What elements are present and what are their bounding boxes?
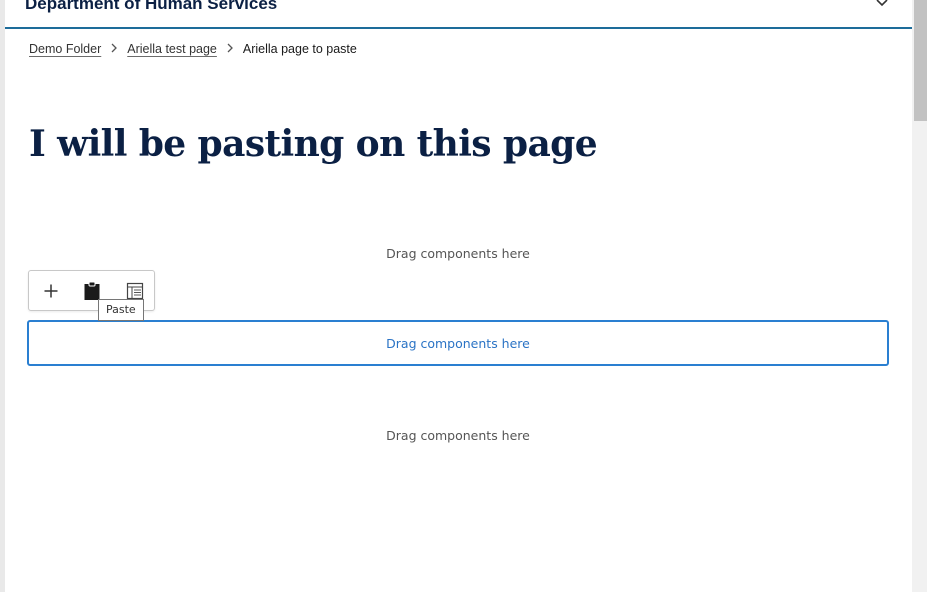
chevron-right-icon bbox=[109, 42, 119, 56]
breadcrumb-link-ariella-test-page[interactable]: Ariella test page bbox=[127, 42, 217, 56]
breadcrumb-link-demo-folder[interactable]: Demo Folder bbox=[29, 42, 101, 56]
dropzone-label: Drag components here bbox=[386, 427, 530, 443]
dropzone-2-selected[interactable]: Drag components here bbox=[27, 320, 889, 366]
breadcrumb-current: Ariella page to paste bbox=[242, 42, 357, 56]
chevron-down-icon[interactable] bbox=[873, 0, 891, 12]
page-title: I will be pasting on this page bbox=[29, 123, 598, 165]
vertical-scrollbar[interactable] bbox=[912, 0, 927, 592]
scrollbar-thumb[interactable] bbox=[914, 0, 927, 121]
paste-tooltip: Paste bbox=[98, 299, 144, 321]
breadcrumb: Demo Folder Ariella test page Ariella pa… bbox=[29, 40, 357, 58]
site-header: Department of Human Services bbox=[5, 0, 912, 29]
dropzone-label: Drag components here bbox=[386, 335, 530, 351]
site-title: Department of Human Services bbox=[25, 0, 278, 13]
chevron-right-icon bbox=[225, 42, 235, 56]
dropzone-label: Drag components here bbox=[386, 245, 530, 261]
plus-icon[interactable] bbox=[39, 279, 63, 303]
dropzone-3[interactable]: Drag components here bbox=[27, 412, 889, 458]
page-canvas: Department of Human Services Demo Folder… bbox=[5, 0, 912, 592]
dropzone-1[interactable]: Drag components here bbox=[27, 230, 889, 276]
